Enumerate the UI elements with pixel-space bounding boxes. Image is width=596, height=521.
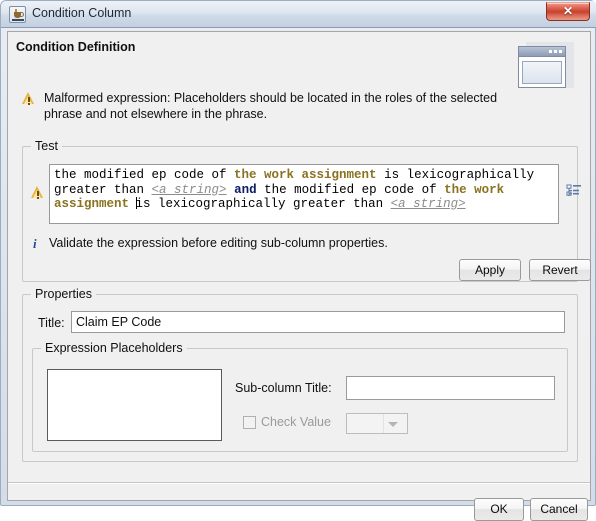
properties-group-legend: Properties (31, 287, 96, 301)
coffee-cup (14, 12, 24, 18)
warning-exclamation (37, 191, 39, 199)
check-value-label: Check Value (261, 415, 331, 429)
dropdown-divider (383, 414, 384, 433)
apply-button[interactable]: Apply (459, 259, 521, 281)
expression-token-plain: the modified ep code of (256, 182, 445, 197)
window-dialog-icon (516, 38, 578, 92)
expression-token-role: the work assignment (234, 168, 377, 182)
expression-warning-icon (31, 185, 45, 199)
expression-token-plain (227, 183, 235, 197)
ok-button[interactable]: OK (474, 498, 524, 521)
warning-triangle-icon (22, 91, 36, 105)
icon-window-dot (549, 50, 552, 53)
check-value-dropdown[interactable] (346, 413, 408, 434)
test-group: Test the modified ep code of the work as… (22, 139, 591, 282)
expression-token-placeholder: <a string> (390, 197, 466, 211)
check-value-checkbox[interactable] (243, 416, 256, 429)
window-title: Condition Column (32, 6, 132, 20)
dialog-content: Condition Definition Malformed expressio… (7, 31, 591, 521)
expression-token-plain: the modified ep code of (54, 168, 235, 182)
icon-window-titlebar (519, 47, 565, 57)
java-coffee-cup-icon (9, 6, 26, 23)
warning-exclamation (28, 97, 30, 105)
expression-token-placeholder: <a string> (151, 182, 227, 197)
close-icon: ✕ (562, 4, 574, 18)
title-field-label: Title: (38, 316, 65, 330)
expression-token-plain: is lexicographically greater than (135, 197, 391, 211)
title-input[interactable] (71, 311, 565, 333)
subcolumn-title-input[interactable] (346, 376, 555, 400)
dialog-window: Condition Column ✕ Condition Definition (0, 0, 596, 521)
chevron-down-icon (388, 422, 398, 427)
page-title: Condition Definition (16, 40, 136, 54)
title-bar: Condition Column ✕ (1, 1, 596, 28)
placeholders-group-legend: Expression Placeholders (41, 341, 187, 355)
revert-button[interactable]: Revert (529, 259, 591, 281)
hint-message-text: Validate the expression before editing s… (49, 236, 388, 250)
expression-token-keyword: and (234, 182, 257, 197)
expression-placeholders-group: Expression Placeholders Sub-column Title… (32, 341, 568, 452)
expression-editor[interactable]: the modified ep code of the work assignm… (49, 164, 559, 224)
close-button[interactable]: ✕ (546, 2, 590, 21)
coffee-saucer (12, 19, 24, 21)
cancel-button[interactable]: Cancel (530, 498, 588, 521)
footer-divider (8, 482, 590, 484)
validation-message-text: Malformed expression: Placeholders shoul… (44, 91, 498, 121)
icon-window-dot (554, 50, 557, 53)
icon-window (518, 46, 566, 88)
icon-window-body (522, 61, 562, 84)
expression-text: the modified ep code of the work assignm… (54, 168, 554, 212)
test-group-legend: Test (31, 139, 62, 153)
icon-window-dot (559, 50, 562, 53)
subcolumn-title-label: Sub-column Title: (235, 381, 332, 395)
info-icon: i (33, 236, 37, 251)
tree-hierarchy-icon[interactable] (566, 183, 582, 199)
placeholders-list[interactable] (47, 369, 222, 441)
